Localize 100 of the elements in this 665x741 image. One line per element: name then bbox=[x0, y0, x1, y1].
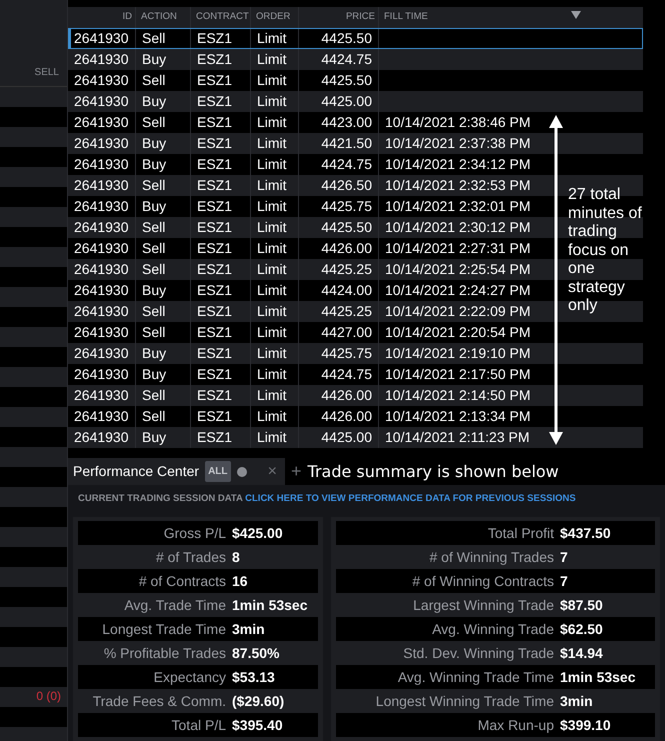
table-cell-text: 4424.75 bbox=[321, 155, 372, 174]
table-cell-text: 10/14/2021 2:11:23 PM bbox=[385, 428, 530, 447]
stat-value: 1min 53sec bbox=[232, 596, 308, 615]
table-cell-text: 2641930 bbox=[74, 323, 129, 342]
table-cell-text: 4425.75 bbox=[321, 197, 372, 216]
table-cell-text: 4425.00 bbox=[321, 428, 372, 447]
stat-label: Total P/L bbox=[170, 716, 227, 735]
session-label: CURRENT TRADING SESSION DATA bbox=[78, 493, 242, 504]
table-cell-text: 2641930 bbox=[74, 281, 129, 300]
stat-label: # of Trades bbox=[154, 548, 227, 567]
stat-value: 3min bbox=[232, 620, 266, 639]
table-cell-text: 2641930 bbox=[74, 71, 129, 90]
filter-badge[interactable]: ALL bbox=[205, 461, 231, 482]
position-value: 0 (0) bbox=[36, 688, 61, 705]
stat-value: $53.13 bbox=[232, 668, 276, 687]
table-cell-text: Sell bbox=[142, 239, 166, 258]
performance-tab[interactable]: Performance Center ALL × bbox=[68, 458, 285, 485]
table-cell-text: Limit bbox=[257, 71, 287, 90]
table-cell-text: 10/14/2021 2:14:50 PM bbox=[385, 386, 531, 405]
table-cell-text: Limit bbox=[257, 218, 287, 237]
table-cell-text: Buy bbox=[142, 197, 166, 216]
table-cell-text: 4424.75 bbox=[321, 50, 372, 69]
table-cell-text: Limit bbox=[257, 176, 287, 195]
stat-label: Max Run-up bbox=[476, 716, 555, 735]
table-cell-text: 10/14/2021 2:32:53 PM bbox=[385, 176, 531, 195]
table-cell-text: 10/14/2021 2:34:12 PM bbox=[385, 155, 531, 174]
previous-sessions-link[interactable]: CLICK HERE TO VIEW PERFORMANCE DATA FOR PREVIOUS SESSIONS bbox=[245, 493, 576, 504]
table-cell-text: 2641930 bbox=[74, 302, 129, 321]
table-cell-text: Buy bbox=[142, 134, 166, 153]
table-cell-text: ESZ1 bbox=[197, 71, 232, 90]
table-cell-text: 2641930 bbox=[74, 176, 129, 195]
filter-icon[interactable] bbox=[571, 11, 581, 19]
table-cell-text: 2641930 bbox=[74, 428, 129, 447]
tab-title[interactable]: Performance Center bbox=[73, 461, 200, 482]
table-cell-text: 4425.50 bbox=[321, 29, 372, 48]
table-cell-text: ESZ1 bbox=[197, 386, 232, 405]
table-cell-text: Sell bbox=[142, 113, 166, 132]
table-cell-text: 4425.50 bbox=[321, 218, 372, 237]
table-cell-text: 4424.00 bbox=[321, 281, 372, 300]
table-cell-text: 2641930 bbox=[74, 155, 129, 174]
stat-label: Avg. Winning Trade bbox=[431, 620, 555, 639]
stat-value: $62.50 bbox=[560, 620, 604, 639]
row-selector-cell[interactable]: 2641930 bbox=[68, 427, 136, 448]
table-cell-text: 4426.00 bbox=[321, 407, 372, 426]
add-tab-button[interactable]: + bbox=[291, 458, 302, 485]
table-cell-text: 4423.00 bbox=[321, 113, 372, 132]
stat-label: Trade Fees & Comm. bbox=[92, 692, 227, 711]
table-cell-text: 4425.00 bbox=[321, 92, 372, 111]
table-cell-text: 4427.00 bbox=[321, 323, 372, 342]
table-cell-text: 10/14/2021 2:30:12 PM bbox=[385, 218, 531, 237]
column-header[interactable]: FILL TIME bbox=[379, 7, 643, 28]
stat-label: Gross P/L bbox=[162, 524, 227, 543]
table-cell-text: 10/14/2021 2:24:27 PM bbox=[385, 281, 531, 300]
stat-label: Avg. Winning Trade Time bbox=[396, 668, 555, 687]
stat-label: Expectancy bbox=[152, 668, 227, 687]
stat-value: 7 bbox=[560, 548, 569, 567]
table-cell-text: 2641930 bbox=[74, 344, 129, 363]
stat-label: Longest Winning Trade Time bbox=[374, 692, 555, 711]
table-cell-text: ESZ1 bbox=[197, 134, 232, 153]
stat-label: Total Profit bbox=[486, 524, 555, 543]
table-cell-text: ESZ1 bbox=[197, 302, 232, 321]
table-cell-text: 2641930 bbox=[74, 197, 129, 216]
table-cell-text: 10/14/2021 2:13:34 PM bbox=[385, 407, 531, 426]
table-cell-text: 2641930 bbox=[74, 29, 129, 48]
stat-label: # of Winning Trades bbox=[428, 548, 555, 567]
table-cell-text: Limit bbox=[257, 134, 287, 153]
table-cell-text: 2641930 bbox=[74, 386, 129, 405]
table-cell-text: ESZ1 bbox=[197, 281, 232, 300]
table-cell-text: 2641930 bbox=[74, 365, 129, 384]
stat-label: # of Winning Contracts bbox=[411, 572, 555, 591]
table-cell-text: Limit bbox=[257, 323, 287, 342]
stat-label: Longest Trade Time bbox=[101, 620, 227, 639]
table-cell-text: Buy bbox=[142, 92, 166, 111]
table-cell-text: Limit bbox=[257, 428, 287, 447]
stat-value: $14.94 bbox=[560, 644, 604, 663]
table-cell-text: ESZ1 bbox=[197, 260, 232, 279]
stat-label: Largest Winning Trade bbox=[412, 596, 555, 615]
table-cell-text: 4426.50 bbox=[321, 176, 372, 195]
table-cell-text: 2641930 bbox=[74, 239, 129, 258]
table-cell-text: 4425.25 bbox=[321, 260, 372, 279]
stat-value: 1min 53sec bbox=[560, 668, 636, 687]
stat-value: $437.50 bbox=[560, 524, 612, 543]
column-header: SELL bbox=[34, 66, 59, 80]
table-cell-text: 10/14/2021 2:37:38 PM bbox=[385, 134, 531, 153]
table-cell-text: ESZ1 bbox=[197, 239, 232, 258]
table-cell-text: Buy bbox=[142, 155, 166, 174]
table-cell-text: Limit bbox=[257, 365, 287, 384]
table-cell-text: ESZ1 bbox=[197, 92, 232, 111]
table-cell-text: Sell bbox=[142, 29, 166, 48]
table-cell-text: Buy bbox=[142, 428, 166, 447]
table-cell-text: 2641930 bbox=[74, 50, 129, 69]
table-cell-text: Limit bbox=[257, 29, 287, 48]
stat-value: 87.50% bbox=[232, 644, 280, 663]
table-cell-text: Sell bbox=[142, 323, 166, 342]
table-cell-text: 2641930 bbox=[74, 218, 129, 237]
table-cell-text: ESZ1 bbox=[197, 176, 232, 195]
table-cell-text: Limit bbox=[257, 197, 287, 216]
stat-value: $87.50 bbox=[560, 596, 604, 615]
table-cell-text: 4425.75 bbox=[321, 344, 372, 363]
table-cell-text: ESZ1 bbox=[197, 29, 232, 48]
